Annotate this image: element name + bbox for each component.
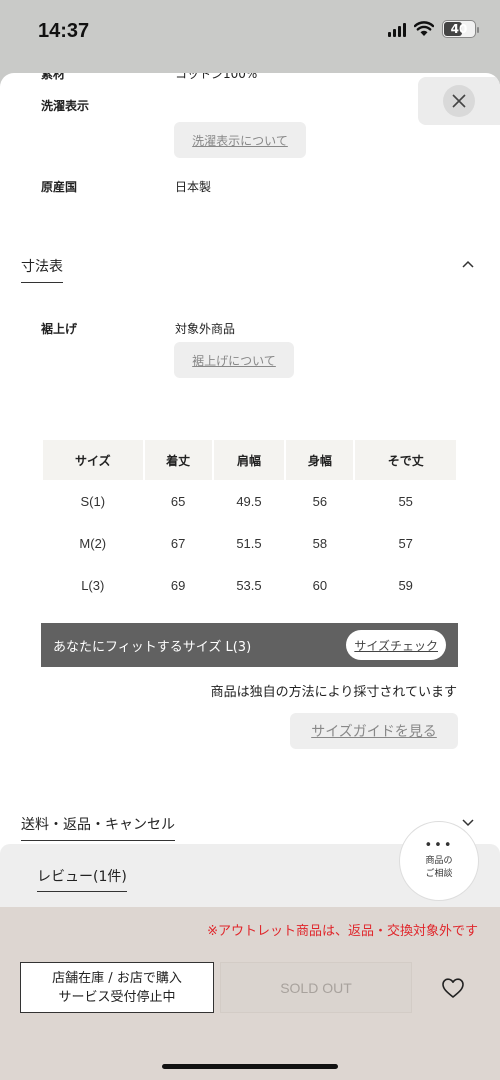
size-check-button[interactable]: サイズチェック [346,630,446,660]
table-row: M(2) 67 51.5 58 57 [43,522,456,564]
cellular-signal-icon [388,21,406,37]
header-width: 身幅 [286,440,354,480]
table-cell: 56 [312,493,328,509]
status-time: 14:37 [38,20,90,42]
table-cell: 65 [170,493,186,509]
table-cell: M(2) [79,535,107,551]
heart-icon[interactable] [441,977,465,999]
more-dots-icon: ••• [424,838,454,853]
table-row: L(3) 69 53.5 60 59 [43,564,456,606]
hem-label: 裾上げ [41,322,78,336]
chevron-down-icon[interactable] [462,819,474,827]
header-size: サイズ [43,440,143,480]
close-icon [452,94,466,108]
wifi-icon [414,21,434,36]
table-cell: L(3) [81,577,105,593]
home-indicator [162,1064,338,1069]
table-cell: 69 [170,577,186,593]
table-row: S(1) 65 49.5 56 55 [43,480,456,522]
chevron-up-icon[interactable] [462,260,474,268]
table-cell: 51.5 [236,535,262,551]
sold-out-button: SOLD OUT [220,962,412,1013]
table-cell: 53.5 [236,577,262,593]
battery-level: 40 [450,22,468,36]
shipping-section-title[interactable]: 送料・返品・キャンセル [21,814,175,841]
table-cell: S(1) [80,493,106,509]
consult-button[interactable]: ••• 商品の ご相談 [399,821,479,901]
wash-label: 洗濯表示 [41,99,90,113]
consult-label: 商品の ご相談 [425,856,453,879]
table-cell: 58 [312,535,328,551]
hem-info-button[interactable]: 裾上げについて [174,342,294,378]
table-cell: 60 [312,577,328,593]
table-cell: 59 [398,577,413,593]
review-title[interactable]: レビュー(1件) [37,866,127,892]
fit-size-bar: あなたにフィットするサイズ L(3) サイズチェック [41,623,458,667]
store-stock-line2: サービス受付停止中 [58,989,176,1005]
size-table: サイズ 着丈 肩幅 身幅 そで丈 S(1) 65 49.5 56 55 M(2)… [41,440,458,606]
outlet-notice: ※アウトレット商品は、返品・交換対象外です [207,924,478,939]
close-button[interactable] [443,85,475,117]
table-cell: 55 [398,493,413,509]
header-sleeve: そで丈 [355,440,456,480]
battery-icon: 40 [442,20,479,38]
fit-size-text: あなたにフィットするサイズ L(3) [53,639,252,655]
size-section-title[interactable]: 寸法表 [21,256,63,283]
material-value: コットン100% [175,73,258,81]
table-cell: 49.5 [236,493,262,509]
header-shoulder: 肩幅 [213,440,285,480]
size-guide-button[interactable]: サイズガイドを見る [290,713,458,749]
measurement-note: 商品は独自の方法により採寸されています [210,685,457,700]
material-label: 素材 [41,73,66,81]
close-button-area[interactable] [418,77,500,125]
header-length: 着丈 [144,440,212,480]
wash-info-button[interactable]: 洗濯表示について [174,122,306,158]
purchase-bar: ※アウトレット商品は、返品・交換対象外です 店舗在庫 / お店で購入 サービス受… [0,907,500,1080]
table-cell: 57 [398,535,413,551]
hem-value: 対象外商品 [175,322,236,336]
size-table-header: サイズ 着丈 肩幅 身幅 そで丈 [43,440,456,480]
table-cell: 67 [170,535,186,551]
origin-label: 原産国 [41,180,78,194]
status-bar: 14:37 40 [0,0,500,64]
origin-value: 日本製 [175,180,212,194]
status-icons: 40 [388,20,479,38]
product-detail-sheet: 素材 コットン100% 洗濯表示 洗濯表示について 原産国 日本製 寸法表 裾上… [0,73,500,907]
store-stock-button[interactable]: 店舗在庫 / お店で購入 サービス受付停止中 [20,962,214,1013]
store-stock-line1: 店舗在庫 / お店で購入 [52,970,182,986]
